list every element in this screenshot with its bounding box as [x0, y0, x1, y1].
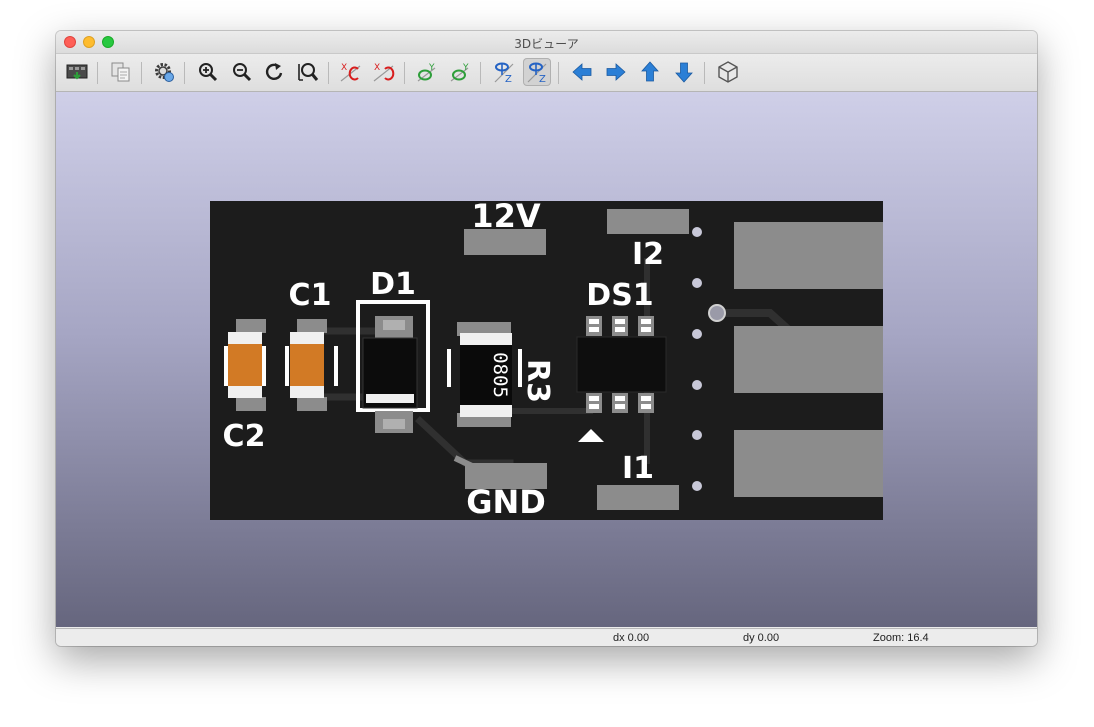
- rotate-x-ccw-button[interactable]: X: [370, 58, 398, 86]
- rotate-x-icon: X: [340, 63, 361, 82]
- svg-text:X: X: [341, 63, 347, 73]
- svg-text:Z: Z: [505, 74, 512, 84]
- status-zoom: Zoom: 16.4: [873, 632, 929, 644]
- via: [708, 304, 726, 322]
- title-bar[interactable]: 3Dビューア: [56, 31, 1037, 54]
- rotate-x-icon: X: [373, 63, 395, 82]
- r3-body-marking: 0805: [489, 352, 511, 398]
- rotate-y-ccw-button[interactable]: Y: [446, 58, 474, 86]
- status-bar: dx 0.00 dy 0.00 Zoom: 16.4: [56, 628, 1037, 646]
- zoom-out-icon: [233, 63, 252, 82]
- window-title: 3Dビューア: [514, 37, 579, 51]
- label-gnd: GND: [466, 483, 546, 520]
- status-dx: dx 0.00: [613, 632, 650, 644]
- connector-pad-1: [734, 222, 883, 289]
- toolbar: X X Y Y Z Z: [56, 54, 1037, 92]
- pcb-board: 12V GND C2 C1 D1 0805 R3 DS1 I2 I1: [210, 201, 883, 520]
- copy-to-clipboard-button[interactable]: [107, 58, 135, 86]
- pad-i2: [607, 209, 689, 234]
- orthographic-toggle-button[interactable]: [714, 58, 742, 86]
- zoom-out-button[interactable]: [228, 58, 256, 86]
- label-12v: 12V: [471, 201, 541, 235]
- status-dy: dy 0.00: [743, 632, 780, 644]
- label-d1: D1: [370, 267, 416, 302]
- arrow-left-icon: [572, 63, 592, 81]
- zoom-in-button[interactable]: [194, 58, 222, 86]
- redraw-button[interactable]: [261, 58, 289, 86]
- pad-i1: [597, 485, 679, 510]
- gear-icon: [155, 63, 174, 82]
- connector-pad-2: [734, 326, 883, 393]
- svg-text:X: X: [374, 63, 380, 73]
- label-r3: R3: [520, 359, 555, 403]
- viewer-window: 3Dビューア X X Y Y Z Z 12V GND C2 C1 D1 0805…: [56, 31, 1037, 646]
- zoom-in-icon: [199, 63, 218, 82]
- label-c1: C1: [289, 278, 332, 313]
- label-i1: I1: [622, 451, 654, 486]
- pan-up-button[interactable]: [636, 58, 664, 86]
- arrow-right-icon: [606, 63, 626, 81]
- connector-pad-3: [734, 430, 883, 497]
- arrow-up-icon: [641, 61, 659, 82]
- rotate-y-cw-button[interactable]: Y: [413, 58, 441, 86]
- rotate-z-icon: Z: [527, 62, 547, 84]
- zoom-fit-icon: [298, 63, 319, 81]
- board-reload-icon: [66, 64, 88, 80]
- rotate-z-ccw-button[interactable]: Z: [523, 58, 551, 86]
- zoom-fit-button[interactable]: [294, 58, 322, 86]
- rotate-z-cw-button[interactable]: Z: [490, 58, 518, 86]
- label-c2: C2: [223, 419, 266, 454]
- rotate-y-icon: Y: [417, 63, 436, 82]
- label-i2: I2: [632, 237, 664, 272]
- pan-down-button[interactable]: [670, 58, 698, 86]
- pan-left-button[interactable]: [568, 58, 596, 86]
- rotate-z-icon: Z: [494, 62, 514, 84]
- cube-icon: [718, 61, 738, 83]
- options-button[interactable]: [150, 58, 178, 86]
- 3d-viewport[interactable]: 12V GND C2 C1 D1 0805 R3 DS1 I2 I1: [56, 92, 1037, 627]
- svg-text:Y: Y: [428, 63, 435, 73]
- svg-text:Z: Z: [539, 74, 546, 84]
- redraw-icon: [265, 63, 283, 80]
- svg-text:Y: Y: [462, 63, 469, 73]
- label-ds1: DS1: [586, 278, 653, 313]
- rotate-y-icon: Y: [450, 63, 469, 82]
- copy-icon: [111, 62, 130, 82]
- pan-right-button[interactable]: [602, 58, 630, 86]
- rotate-x-cw-button[interactable]: X: [337, 58, 365, 86]
- reload-board-button[interactable]: [63, 58, 91, 86]
- arrow-down-icon: [675, 62, 693, 83]
- capacitor-c2: [224, 319, 266, 411]
